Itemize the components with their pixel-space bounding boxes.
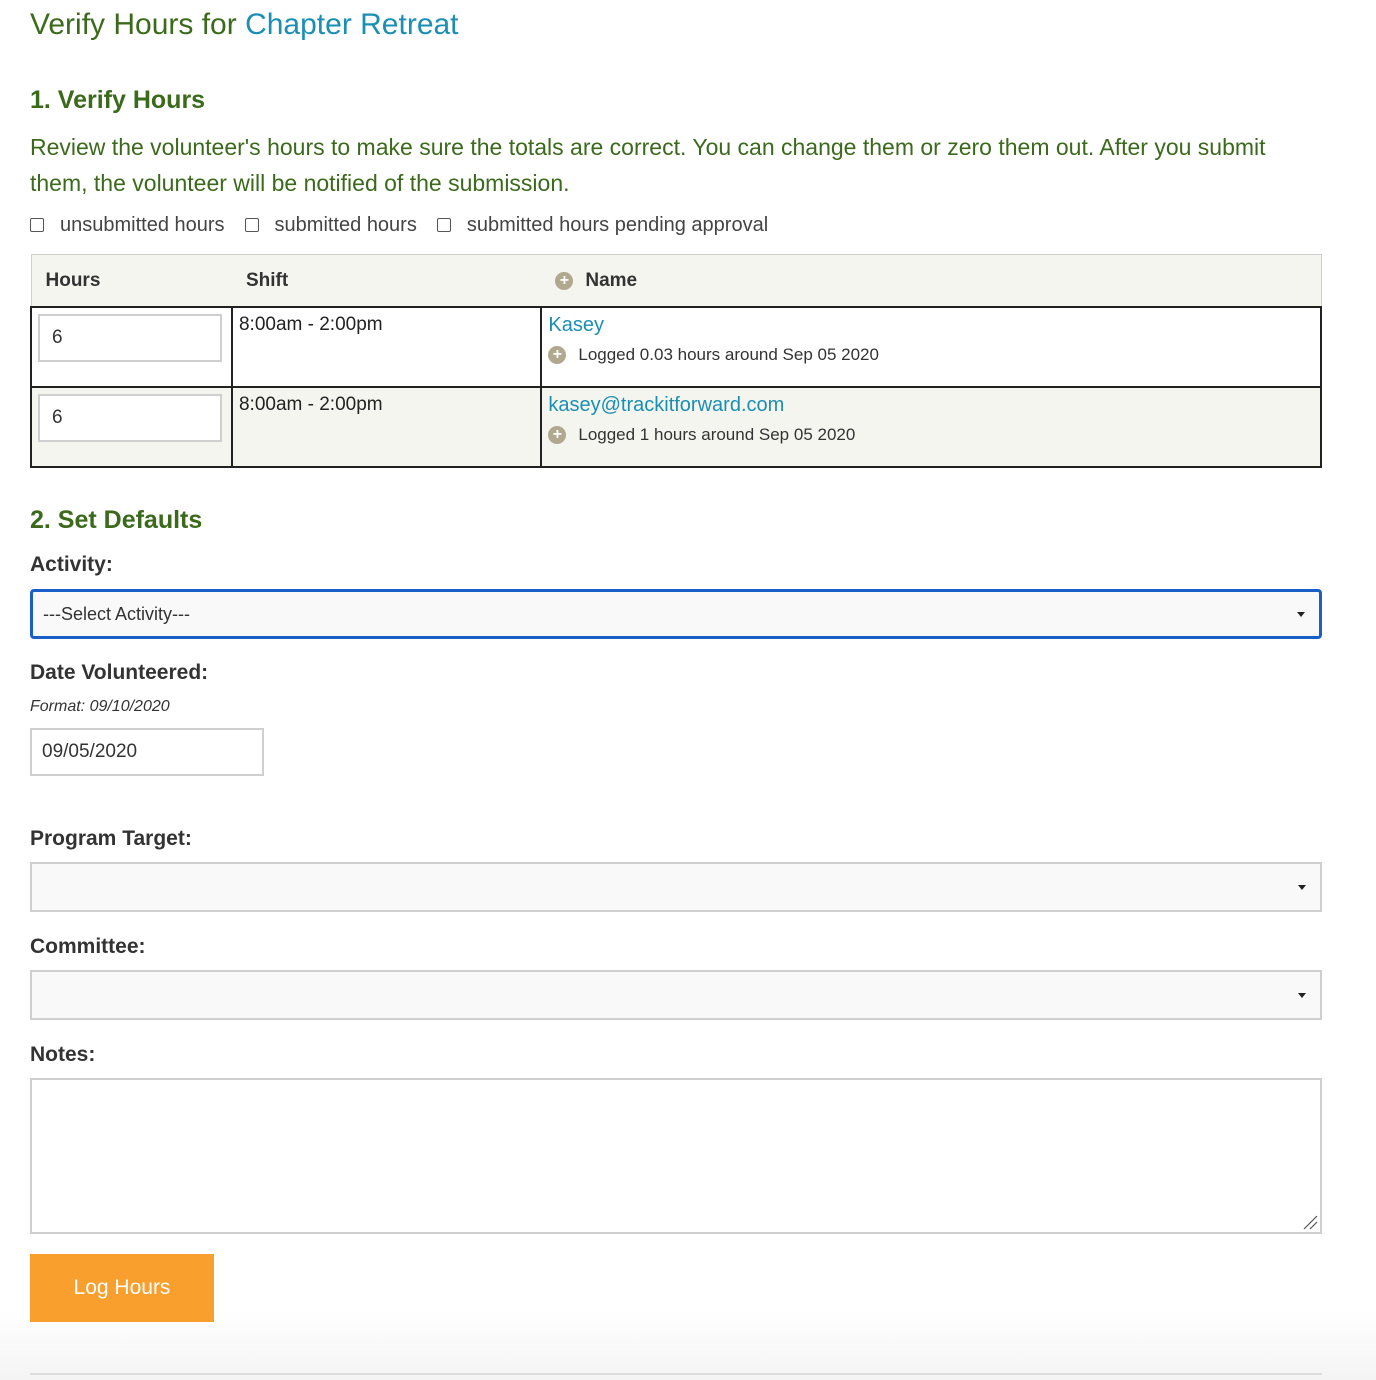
shift-cell: 8:00am - 2:00pm [230,386,543,468]
committee-label: Committee: [30,935,146,958]
filter-unsubmitted-label: unsubmitted hours [60,213,225,236]
date-volunteered-input[interactable] [30,728,264,776]
date-format-hint: Format: 09/10/2020 [30,698,170,715]
column-header-hours-label: Hours [45,269,101,291]
activity-select[interactable]: ---Select Activity--- [30,589,1322,639]
log-summary-text: Logged 1 hours around Sep 05 2020 [578,425,856,444]
verify-intro-text: Review the volunteer's hours to make sur… [30,134,1266,196]
hours-table: Hours Shift + Name 8:00am - 2:00pm Kasey … [30,254,1322,468]
hours-input[interactable] [38,314,222,362]
expand-log-plus-icon[interactable]: + [548,346,567,364]
hours-cell [30,306,233,388]
program-target-select[interactable] [30,862,1322,912]
volunteer-name-link[interactable]: Kasey [542,308,1320,337]
page-title: Verify Hours for Chapter Retreat [30,8,459,42]
shift-text: 8:00am - 2:00pm [238,394,383,415]
column-header-name[interactable]: + Name [541,254,1322,308]
set-defaults-heading: 2. Set Defaults [30,506,203,534]
committee-select[interactable] [30,970,1322,1020]
column-header-name-label: Name [585,269,638,291]
activity-label: Activity: [30,553,113,576]
chevron-down-icon [1298,993,1306,998]
table-row: 8:00am - 2:00pm kasey@trackitforward.com… [30,386,1322,468]
verify-hours-heading: 1. Verify Hours [30,86,206,114]
footer-divider [30,1373,1322,1375]
page-title-prefix: Verify Hours for [30,8,246,41]
column-header-hours[interactable]: Hours [30,254,232,308]
filter-submitted[interactable]: submitted hours [244,213,417,237]
activity-select-value: ---Select Activity--- [43,603,191,624]
resize-grip-icon[interactable] [1300,1212,1318,1230]
chevron-down-icon [1297,612,1305,617]
column-header-shift[interactable]: Shift [231,254,542,308]
event-name-link[interactable]: Chapter Retreat [245,8,458,41]
table-row: 8:00am - 2:00pm Kasey + Logged 0.03 hour… [30,306,1322,388]
filter-submitted-label: submitted hours [274,213,417,236]
volunteer-email-link[interactable]: kasey@trackitforward.com [542,388,1320,417]
log-summary: + Logged 1 hours around Sep 05 2020 [542,417,1320,445]
expand-all-plus-icon[interactable]: + [555,271,574,290]
filter-pending[interactable]: submitted hours pending approval [436,213,769,237]
column-header-shift-label: Shift [245,269,289,291]
program-target-label: Program Target: [30,827,192,850]
date-volunteered-label: Date Volunteered: [30,661,209,684]
hours-table-header: Hours Shift + Name [30,254,1322,308]
log-hours-button[interactable]: Log Hours [30,1254,214,1322]
log-summary: + Logged 0.03 hours around Sep 05 2020 [542,337,1320,365]
filter-unsubmitted[interactable]: unsubmitted hours [30,214,225,237]
hours-filter-group: unsubmitted hours submitted hours submit… [30,212,788,238]
name-cell: Kasey + Logged 0.03 hours around Sep 05 … [540,306,1322,388]
notes-label: Notes: [30,1043,96,1066]
expand-log-plus-icon[interactable]: + [548,426,567,444]
filter-pending-checkbox[interactable] [436,218,451,232]
filter-submitted-checkbox[interactable] [244,218,259,232]
shift-cell: 8:00am - 2:00pm [230,306,543,388]
chevron-down-icon [1298,885,1306,890]
notes-textarea[interactable] [30,1078,1322,1234]
log-summary-text: Logged 0.03 hours around Sep 05 2020 [578,345,879,364]
shift-text: 8:00am - 2:00pm [238,314,383,335]
filter-pending-label: submitted hours pending approval [466,213,769,236]
hours-input[interactable] [38,394,222,442]
name-cell: kasey@trackitforward.com + Logged 1 hour… [540,386,1322,468]
filter-unsubmitted-checkbox[interactable] [30,218,44,232]
hours-cell [30,386,233,468]
